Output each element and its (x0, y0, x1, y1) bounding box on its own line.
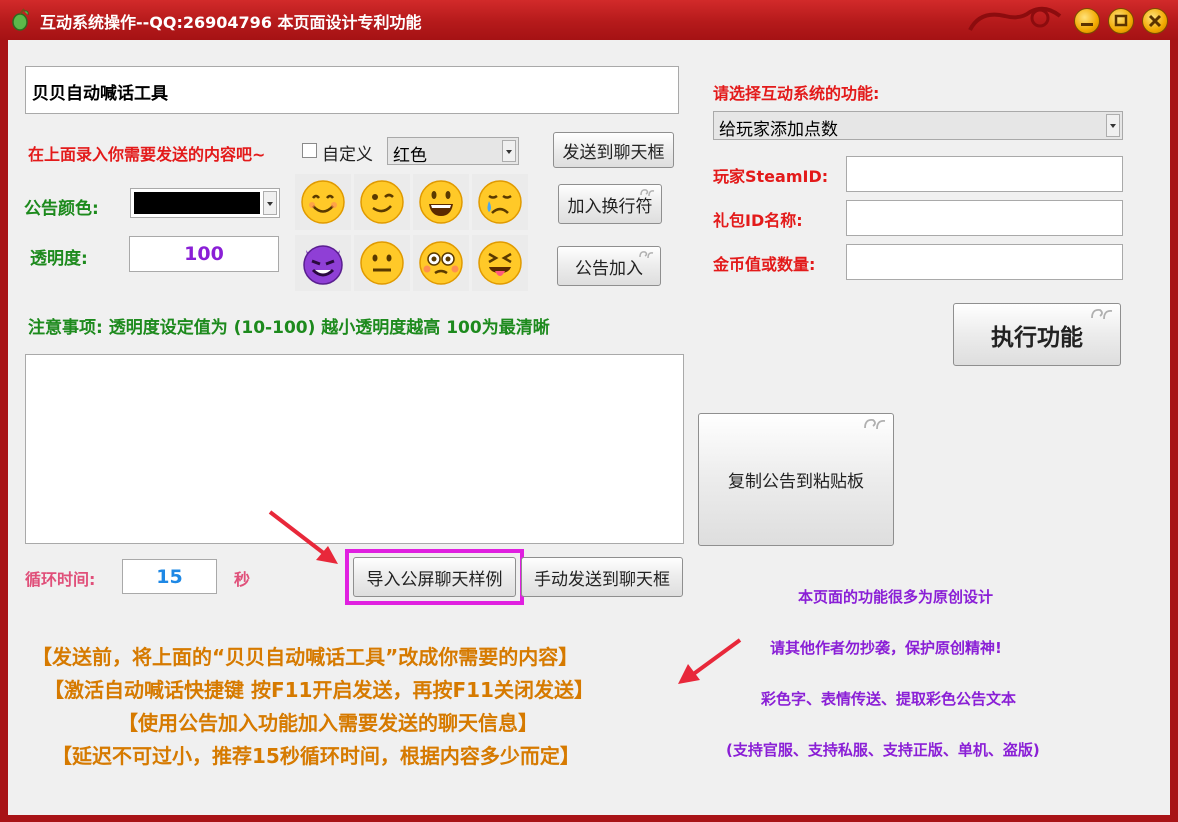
instruction-line-1: 【发送前，将上面的“贝贝自动喊话工具”改成你需要的内容】 (32, 645, 579, 669)
info-line-2: 请其他作者勿抄袭，保护原创精神! (770, 639, 1002, 657)
instruction-line-2: 【激活自动喊话快捷键 按F11开启发送，再按F11关闭发送】 (44, 678, 594, 702)
gift-id-label: 礼包ID名称: (713, 211, 803, 230)
execute-label: 执行功能 (991, 324, 1083, 351)
opacity-value: 100 (184, 243, 224, 265)
ornament-icon (968, 6, 1062, 31)
minimize-button[interactable] (1074, 8, 1100, 34)
manual-send-button[interactable]: 手动发送到聊天框 (521, 557, 683, 597)
app-icon (12, 8, 29, 31)
add-newline-button[interactable]: 加入换行符 (558, 184, 662, 224)
curl-ornament-icon (639, 251, 654, 259)
announce-add-button[interactable]: 公告加入 (557, 246, 661, 286)
instruction-line-3: 【使用公告加入功能加入需要发送的聊天信息】 (118, 711, 538, 735)
steamid-label: 玩家SteamID: (713, 167, 829, 186)
notice-text: 注意事项: 透明度设定值为 (10-100) 越小透明度越高 100为最清晰 (28, 318, 550, 338)
function-select-value: 给玩家添加点数 (719, 120, 838, 140)
opacity-input[interactable]: 100 (129, 236, 279, 272)
chevron-down-icon (263, 191, 277, 215)
hint-label: 在上面录入你需要发送的内容吧~ (28, 145, 266, 164)
smiling-devil-icon[interactable] (295, 235, 351, 291)
neutral-face-icon[interactable] (354, 235, 410, 291)
chevron-down-icon (1106, 114, 1120, 137)
crying-face-icon[interactable] (472, 174, 528, 230)
copy-to-clipboard-button[interactable]: 复制公告到粘贴板 (698, 413, 894, 546)
close-button[interactable] (1142, 8, 1168, 34)
curl-ornament-icon (640, 189, 655, 197)
close-icon (1148, 14, 1162, 28)
select-function-label: 请选择互动系统的功能: (713, 84, 880, 103)
info-line-4: (支持官服、支持私服、支持正版、单机、盗版) (726, 741, 1040, 759)
execute-button[interactable]: 执行功能 (953, 303, 1121, 366)
custom-checkbox-label: 自定义 (322, 145, 373, 165)
loop-time-label: 循环时间: (25, 570, 96, 589)
smiling-face-icon[interactable] (295, 174, 351, 230)
grinning-face-icon[interactable] (413, 174, 469, 230)
message-input-value: 贝贝自动喊话工具 (32, 84, 168, 104)
function-select[interactable]: 给玩家添加点数 (713, 111, 1123, 140)
color-swatch (134, 192, 260, 214)
flushed-face-icon[interactable] (413, 235, 469, 291)
announce-color-select[interactable] (130, 188, 280, 218)
copy-to-clipboard-label: 复制公告到粘贴板 (728, 472, 864, 492)
import-example-label: 导入公屏聊天样例 (366, 569, 503, 590)
send-to-chat-label: 发送到聊天框 (562, 142, 665, 163)
chevron-down-icon (502, 140, 516, 162)
import-example-button[interactable]: 导入公屏聊天样例 (353, 557, 516, 597)
announce-color-label: 公告颜色: (24, 199, 99, 219)
app-window: 互动系统操作--QQ:26904796 本页面设计专利功能 贝贝自动喊话工具 在… (0, 0, 1178, 822)
tongue-out-face-icon[interactable] (472, 235, 528, 291)
minimize-icon (1081, 23, 1093, 26)
curl-ornament-icon (1091, 309, 1113, 320)
loop-time-input[interactable]: 15 (122, 559, 217, 594)
arrow-annotation-icon (268, 510, 338, 564)
client-area: 贝贝自动喊话工具 在上面录入你需要发送的内容吧~ 自定义 红色 发送到聊天框 公… (8, 40, 1170, 815)
seconds-label: 秒 (234, 570, 251, 589)
window-title: 互动系统操作--QQ:26904796 本页面设计专利功能 (40, 13, 422, 32)
custom-checkbox[interactable] (302, 143, 317, 158)
title-bar: 互动系统操作--QQ:26904796 本页面设计专利功能 (0, 0, 1178, 40)
instruction-line-4: 【延迟不可过小，推荐15秒循环时间，根据内容多少而定】 (52, 744, 580, 768)
maximize-button[interactable] (1108, 8, 1134, 34)
steamid-input[interactable] (846, 156, 1123, 192)
info-line-3: 彩色字、表情传送、提取彩色公告文本 (761, 690, 1017, 708)
announcement-textarea[interactable] (25, 354, 684, 544)
curl-ornament-icon (864, 419, 886, 430)
manual-send-label: 手动发送到聊天框 (534, 569, 670, 590)
gift-id-input[interactable] (846, 200, 1123, 236)
loop-time-value: 15 (156, 566, 183, 588)
winking-face-icon[interactable] (354, 174, 410, 230)
info-line-1: 本页面的功能很多为原创设计 (798, 588, 994, 606)
color-select[interactable]: 红色 (387, 137, 519, 166)
send-to-chat-button[interactable]: 发送到聊天框 (553, 132, 674, 168)
coin-label: 金币值或数量: (713, 255, 816, 274)
message-input[interactable]: 贝贝自动喊话工具 (25, 66, 679, 114)
arrow-annotation-icon (678, 638, 742, 684)
maximize-icon (1114, 14, 1128, 27)
color-select-value: 红色 (393, 146, 427, 166)
opacity-label: 透明度: (30, 249, 88, 269)
announce-add-label: 公告加入 (575, 258, 643, 279)
coin-input[interactable] (846, 244, 1123, 280)
